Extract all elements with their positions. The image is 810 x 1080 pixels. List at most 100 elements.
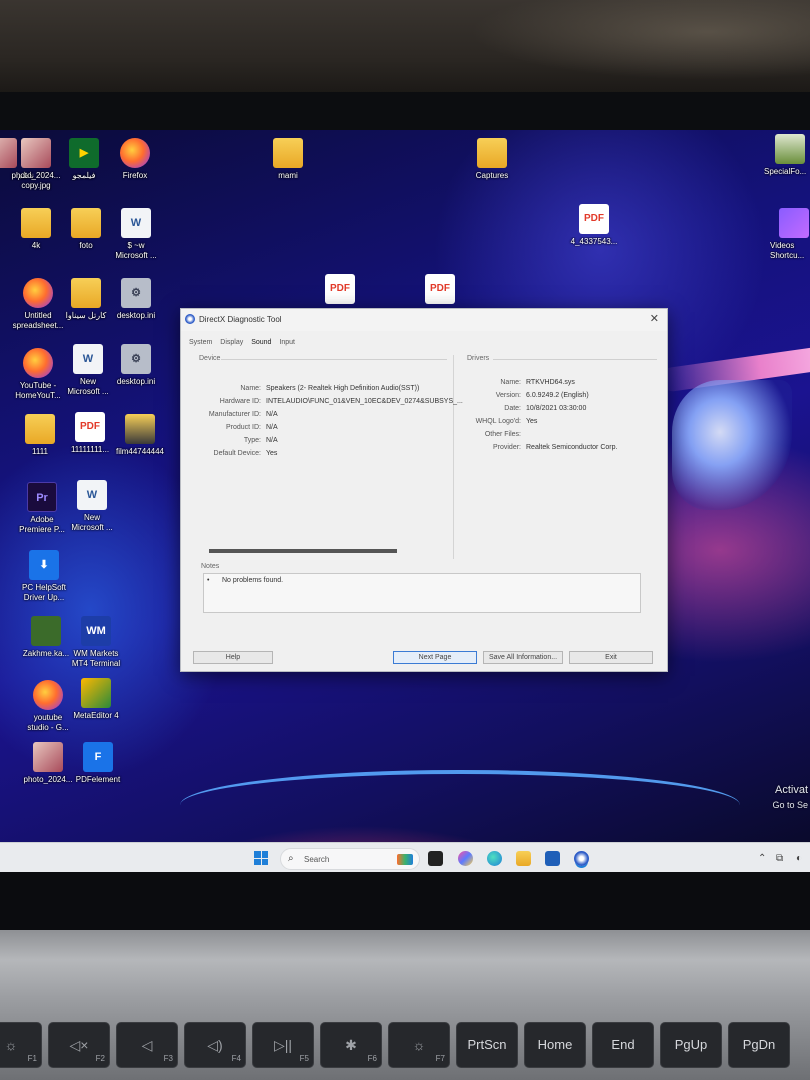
group-divider (221, 359, 447, 360)
desktop-icon[interactable]: ⚙ desktop.ini (104, 344, 168, 387)
product-id-row: Product ID: N/A (181, 424, 278, 431)
field-label: Other Files: (484, 431, 521, 438)
manufacturer-id-row: Manufacturer ID: N/A (181, 411, 278, 418)
field-label: Date: (504, 405, 521, 412)
edge-icon[interactable] (487, 851, 502, 866)
key[interactable]: F4 ◁) (184, 1022, 246, 1068)
tab-system[interactable]: System (189, 339, 212, 346)
desktop-icon[interactable]: Videos Shortcu... (770, 208, 810, 261)
end-key[interactable]: End (592, 1022, 654, 1068)
tab-input[interactable]: Input (279, 339, 295, 346)
home-key[interactable]: Home (524, 1022, 586, 1068)
desktop-icon-label: PDFelement (75, 775, 121, 784)
desktop-icon-label: SpecialFo... (764, 167, 807, 176)
folder-icon (125, 414, 155, 444)
driver-name-value: RTKVHD64.sys (526, 379, 575, 386)
whql-value: Yes (526, 418, 538, 425)
key[interactable]: F2 ◁× (48, 1022, 110, 1068)
provider-value: Realtek Semiconductor Corp. (526, 444, 618, 451)
product-id-value: N/A (266, 424, 278, 431)
tab-display[interactable]: Display (220, 339, 243, 346)
task-view-icon[interactable] (428, 851, 443, 866)
provider-row: Provider: Realtek Semiconductor Corp. (453, 444, 617, 451)
metaeditor-icon (81, 678, 111, 708)
device-section-label: Device (199, 355, 221, 362)
premiere-pro-icon: Pr (27, 482, 57, 512)
whql-row: WHQL Logo'd: Yes (453, 418, 538, 425)
desktop-icon-label: MT4 Terminal (71, 659, 121, 668)
word-document-icon: W (77, 480, 107, 510)
desktop-icon[interactable]: mami (256, 138, 320, 181)
settings-file-icon: ⚙ (121, 344, 151, 374)
copilot-icon[interactable] (458, 851, 473, 866)
desktop-icon[interactable]: W $ ~w Microsoft ... (104, 208, 168, 261)
close-icon[interactable]: ✕ (650, 312, 659, 325)
key[interactable]: F7 ☼ (388, 1022, 450, 1068)
chevron-up-icon[interactable]: ⌃ (758, 853, 766, 864)
driver-version-value: 6.0.9249.2 (English) (526, 392, 589, 399)
pdfelement-icon: F (83, 742, 113, 772)
scroll-progress-bar[interactable] (209, 549, 397, 553)
pgup-key[interactable]: PgUp (660, 1022, 722, 1068)
directx-icon[interactable] (574, 851, 589, 866)
prtscn-key[interactable]: PrtScn (456, 1022, 518, 1068)
desktop-icon[interactable]: ⚙ desktop.ini (104, 278, 168, 321)
desktop: ناظم photo_2024... copy.jpg ▶ فيلمجو Fir… (0, 130, 810, 842)
photo-of-laptop: ناظم photo_2024... copy.jpg ▶ فيلمجو Fir… (0, 0, 810, 1080)
taskbar: ⌕ Search ⌃ ⧉ ◐ (0, 842, 810, 874)
desktop-icon[interactable]: MetaEditor 4 (64, 678, 128, 721)
field-label: Provider: (492, 444, 521, 451)
desktop-icon[interactable]: F PDFelement (66, 742, 130, 785)
desktop-icon-label: MetaEditor 4 (73, 711, 119, 720)
search-icon: ⌕ (288, 853, 294, 864)
desktop-icon-label: Driver Up... (23, 593, 65, 602)
notes-label: Notes (201, 563, 220, 570)
folder-icon (71, 278, 101, 308)
key[interactable]: F1 ☼ (0, 1022, 42, 1068)
help-button[interactable]: Help (193, 651, 273, 664)
default-device-value: Yes (266, 450, 278, 457)
volume-icon[interactable]: ◐ (796, 853, 802, 864)
exit-button[interactable]: Exit (569, 651, 653, 664)
desktop-icon[interactable]: film44744444 (108, 414, 172, 457)
device-name-value: Speakers (2- Realtek High Definition Aud… (266, 385, 420, 392)
key[interactable]: F3 ◁ (116, 1022, 178, 1068)
hardware-id-row: Hardware ID: INTELAUDIO\FUNC_01&VEN_10EC&… (181, 398, 463, 405)
desktop-icon[interactable]: PDF (408, 274, 472, 307)
file-explorer-icon[interactable] (516, 851, 531, 866)
network-icon[interactable]: ⧉ (776, 853, 783, 864)
group-divider (493, 359, 657, 360)
desktop-icon[interactable]: PDF (308, 274, 372, 307)
search-input[interactable]: ⌕ Search (280, 848, 420, 870)
save-all-information-button[interactable]: Save All Information... (483, 651, 563, 664)
type-value: N/A (266, 437, 278, 444)
desktop-icon[interactable]: SpecialFo... (764, 134, 810, 177)
desktop-icon-label: desktop.ini (116, 377, 156, 386)
search-placeholder: Search (304, 855, 330, 864)
default-device-row: Default Device: Yes (181, 450, 278, 457)
desktop-icon[interactable]: ⬇ PC HelpSoft Driver Up... (12, 550, 76, 603)
desktop-icon[interactable]: W New Microsoft ... (60, 480, 124, 533)
activation-watermark-text: Go to Se (772, 800, 808, 810)
start-icon[interactable] (254, 851, 268, 865)
directx-diagnostic-dialog: DirectX Diagnostic Tool ✕ System Display… (180, 308, 668, 672)
desktop-icon-label: Microsoft ... (67, 387, 109, 396)
key[interactable]: F6 ✱ (320, 1022, 382, 1068)
desktop-icon-label: 4_4337543... (570, 237, 618, 246)
field-label: Product ID: (225, 424, 261, 431)
key[interactable]: F5 ▷|| (252, 1022, 314, 1068)
desktop-icon-label: New (83, 513, 100, 522)
tab-sound[interactable]: Sound (251, 339, 271, 346)
hardware-id-value: INTELAUDIO\FUNC_01&VEN_10EC&DEV_0274&SUB… (266, 398, 463, 405)
mt4-terminal-icon: WM (81, 616, 111, 646)
desktop-icon-label: WM Markets (73, 649, 119, 658)
desktop-icon[interactable]: WM WM Markets MT4 Terminal (64, 616, 128, 669)
desktop-icon[interactable]: Captures (460, 138, 524, 181)
store-icon[interactable] (545, 851, 560, 866)
desktop-icon[interactable]: PDF 4_4337543... (562, 204, 626, 247)
next-page-button[interactable]: Next Page (393, 651, 477, 664)
pgdn-key[interactable]: PgDn (728, 1022, 790, 1068)
video-icon (779, 208, 809, 238)
desktop-icon[interactable]: Firefox (103, 138, 167, 181)
bullet-icon: • (207, 577, 210, 584)
